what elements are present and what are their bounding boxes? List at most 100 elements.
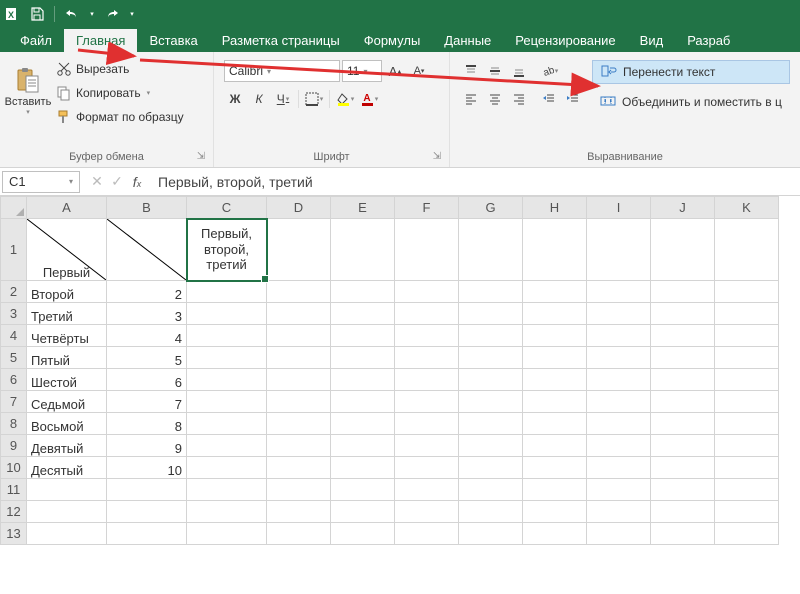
bold-button[interactable]: Ж — [224, 88, 246, 110]
cell-C6[interactable] — [187, 369, 267, 391]
cell-A11[interactable] — [27, 479, 107, 501]
cell-F13[interactable] — [395, 523, 459, 545]
cell-G5[interactable] — [459, 347, 523, 369]
cell-H6[interactable] — [523, 369, 587, 391]
row-header-10[interactable]: 10 — [1, 457, 27, 479]
cell-J11[interactable] — [651, 479, 715, 501]
cell-B4[interactable]: 4 — [107, 325, 187, 347]
cell-I6[interactable] — [587, 369, 651, 391]
tab-home[interactable]: Главная — [64, 29, 137, 52]
cell-I10[interactable] — [587, 457, 651, 479]
paste-button[interactable]: Вставить ▾ — [4, 54, 52, 128]
cell-C7[interactable] — [187, 391, 267, 413]
cell-A6[interactable]: Шестой — [27, 369, 107, 391]
col-header-B[interactable]: B — [107, 197, 187, 219]
cell-B11[interactable] — [107, 479, 187, 501]
align-bottom-icon[interactable] — [508, 60, 530, 82]
align-top-icon[interactable] — [460, 60, 482, 82]
col-header-I[interactable]: I — [587, 197, 651, 219]
cell-C8[interactable] — [187, 413, 267, 435]
wrap-text-button[interactable]: Перенести текст — [592, 60, 790, 84]
cell-E5[interactable] — [331, 347, 395, 369]
col-header-H[interactable]: H — [523, 197, 587, 219]
cell-G7[interactable] — [459, 391, 523, 413]
cell-E10[interactable] — [331, 457, 395, 479]
cell-B1[interactable] — [107, 219, 187, 281]
cell-A12[interactable] — [27, 501, 107, 523]
cell-I8[interactable] — [587, 413, 651, 435]
cell-E1[interactable] — [331, 219, 395, 281]
cell-B2[interactable]: 2 — [107, 281, 187, 303]
cell-E4[interactable] — [331, 325, 395, 347]
worksheet-grid[interactable]: ABCDEFGHIJK1ПервыйПервый, второй, третий… — [0, 196, 800, 545]
cell-F6[interactable] — [395, 369, 459, 391]
cell-E3[interactable] — [331, 303, 395, 325]
cell-C11[interactable] — [187, 479, 267, 501]
copy-button[interactable]: Копировать ▾ — [52, 82, 188, 104]
cell-H2[interactable] — [523, 281, 587, 303]
row-header-6[interactable]: 6 — [1, 369, 27, 391]
cell-I9[interactable] — [587, 435, 651, 457]
cell-I13[interactable] — [587, 523, 651, 545]
cell-F11[interactable] — [395, 479, 459, 501]
cell-I1[interactable] — [587, 219, 651, 281]
cell-F12[interactable] — [395, 501, 459, 523]
copy-dropdown-icon[interactable]: ▾ — [147, 89, 151, 97]
orientation-icon[interactable]: ab — [538, 60, 560, 82]
clipboard-launcher-icon[interactable]: ⇲ — [195, 151, 207, 163]
cell-C3[interactable] — [187, 303, 267, 325]
cancel-formula-icon[interactable]: ✕ — [88, 173, 106, 190]
cell-A8[interactable]: Восьмой — [27, 413, 107, 435]
cell-C12[interactable] — [187, 501, 267, 523]
cell-D4[interactable] — [267, 325, 331, 347]
redo-icon[interactable] — [103, 5, 121, 23]
cell-K13[interactable] — [715, 523, 779, 545]
save-icon[interactable] — [28, 5, 46, 23]
cell-G1[interactable] — [459, 219, 523, 281]
cell-C2[interactable] — [187, 281, 267, 303]
cell-J8[interactable] — [651, 413, 715, 435]
font-size-combo[interactable]: 11▾ — [342, 60, 382, 82]
cell-F9[interactable] — [395, 435, 459, 457]
undo-icon[interactable] — [63, 5, 81, 23]
format-painter-button[interactable]: Формат по образцу — [52, 106, 188, 128]
cell-K5[interactable] — [715, 347, 779, 369]
row-header-1[interactable]: 1 — [1, 219, 27, 281]
name-box-dropdown-icon[interactable]: ▾ — [69, 177, 73, 186]
cell-A9[interactable]: Девятый — [27, 435, 107, 457]
cell-F10[interactable] — [395, 457, 459, 479]
cell-G10[interactable] — [459, 457, 523, 479]
cell-D8[interactable] — [267, 413, 331, 435]
increase-indent-icon[interactable] — [562, 88, 584, 110]
cell-D2[interactable] — [267, 281, 331, 303]
row-header-7[interactable]: 7 — [1, 391, 27, 413]
cell-D11[interactable] — [267, 479, 331, 501]
cell-G9[interactable] — [459, 435, 523, 457]
cell-I11[interactable] — [587, 479, 651, 501]
cell-E11[interactable] — [331, 479, 395, 501]
col-header-K[interactable]: K — [715, 197, 779, 219]
undo-dropdown-icon[interactable]: ▾ — [87, 5, 97, 23]
cell-G8[interactable] — [459, 413, 523, 435]
row-header-9[interactable]: 9 — [1, 435, 27, 457]
cell-K3[interactable] — [715, 303, 779, 325]
increase-font-icon[interactable]: A▴ — [384, 60, 406, 82]
cell-A5[interactable]: Пятый — [27, 347, 107, 369]
tab-review[interactable]: Рецензирование — [503, 29, 627, 52]
cell-J5[interactable] — [651, 347, 715, 369]
cell-J12[interactable] — [651, 501, 715, 523]
col-header-F[interactable]: F — [395, 197, 459, 219]
cell-G4[interactable] — [459, 325, 523, 347]
cell-H10[interactable] — [523, 457, 587, 479]
cell-I2[interactable] — [587, 281, 651, 303]
cell-G13[interactable] — [459, 523, 523, 545]
cell-G2[interactable] — [459, 281, 523, 303]
cell-F1[interactable] — [395, 219, 459, 281]
paste-dropdown-icon[interactable]: ▾ — [26, 108, 30, 116]
cell-K11[interactable] — [715, 479, 779, 501]
qat-customize-icon[interactable]: ▾ — [127, 5, 137, 23]
cell-D6[interactable] — [267, 369, 331, 391]
align-center-icon[interactable] — [484, 88, 506, 110]
cell-B7[interactable]: 7 — [107, 391, 187, 413]
cell-E8[interactable] — [331, 413, 395, 435]
